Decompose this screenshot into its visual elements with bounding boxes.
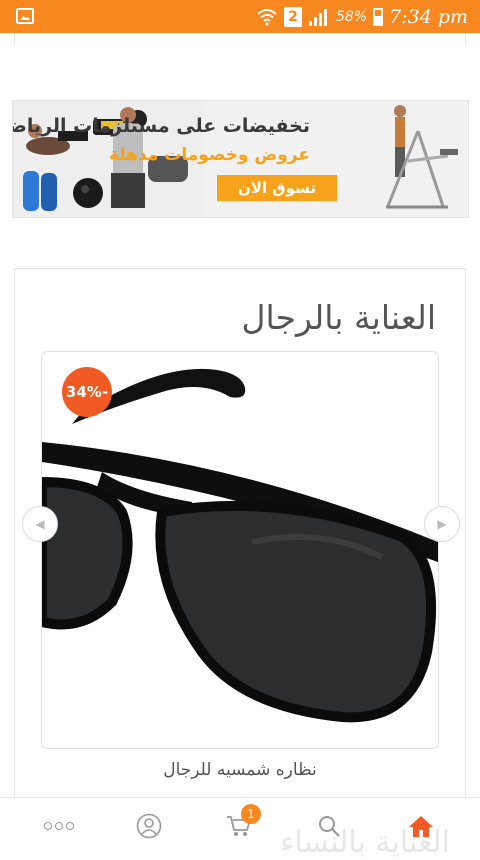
status-bar: 2 58% 7:34 pm	[0, 0, 480, 33]
battery-icon	[373, 8, 384, 26]
home-icon	[409, 816, 433, 837]
home-button[interactable]	[401, 806, 441, 846]
signal-icon	[308, 9, 327, 26]
section-title: العناية بالرجال	[241, 298, 436, 337]
more-icon	[44, 822, 74, 830]
air-walker-image	[386, 105, 458, 209]
discount-badge: 34%-	[62, 367, 112, 417]
product-name[interactable]: نظاره شمسيه للرجال	[0, 760, 480, 780]
cart-count-badge: 1	[241, 804, 261, 824]
chevron-right-icon: ▶	[437, 517, 447, 531]
gallery-icon	[16, 8, 34, 24]
cart-button[interactable]: 1	[219, 804, 261, 846]
search-icon	[319, 816, 340, 837]
carousel-prev-button[interactable]: ◀	[22, 506, 58, 542]
wifi-icon	[257, 9, 277, 26]
banner-subtitle: عروض وخصومات مذهلة	[108, 145, 310, 165]
carousel-next-button[interactable]: ▶	[424, 506, 460, 542]
clock: 7:34 pm	[389, 6, 468, 28]
page-container-top	[14, 33, 466, 45]
search-button[interactable]	[309, 806, 349, 846]
account-icon	[136, 813, 162, 839]
battery-percent: 58%	[335, 9, 368, 25]
account-button[interactable]	[129, 806, 169, 846]
more-button[interactable]	[39, 806, 79, 846]
sim-slot-indicator: 2	[283, 7, 302, 27]
shop-now-button[interactable]: تسوق الان	[217, 175, 337, 201]
chevron-left-icon: ◀	[35, 517, 45, 531]
banner-title: تخفيضات على مستلزمات الرياضة	[12, 115, 310, 137]
promo-banner[interactable]: تخفيضات على مستلزمات الرياضة عروض وخصوما…	[12, 100, 469, 218]
bottom-nav: العناية بالنساء 1	[0, 797, 480, 860]
